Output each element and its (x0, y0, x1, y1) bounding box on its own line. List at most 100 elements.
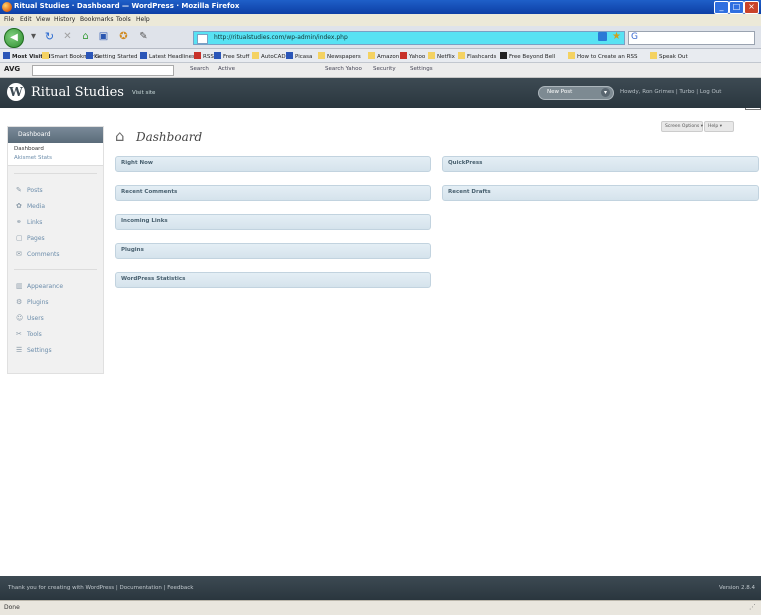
search-input[interactable]: G (628, 31, 755, 45)
menu-tools[interactable]: ✂ Tools (8, 327, 103, 342)
menu-tools-label: Tools (27, 331, 42, 338)
widget-right-now[interactable]: Right Now (115, 156, 431, 172)
extension-icon[interactable]: ✪ (118, 31, 129, 42)
back-icon[interactable]: ◀ (4, 28, 24, 48)
chevron-down-icon[interactable]: ▾ (601, 88, 610, 97)
widget-recent-comments[interactable]: Recent Comments (115, 185, 431, 201)
menu-comments-label: Comments (27, 251, 60, 258)
footer-links[interactable]: Thank you for creating with WordPress | … (8, 585, 193, 591)
bookmark-item[interactable]: AutoCAD (252, 52, 286, 60)
menu-separator (14, 173, 97, 174)
new-post-label: New Post (547, 89, 573, 95)
menu-appearance[interactable]: ▥ Appearance (8, 279, 103, 294)
menu-links-label: Links (27, 219, 43, 226)
menu-dashboard-label: Dashboard (18, 131, 51, 138)
bookmark-item[interactable]: Picasa (286, 52, 312, 60)
browser-menu-bar: File Edit View History Bookmarks Tools H… (0, 14, 761, 26)
bookmark-item[interactable]: Amazon (368, 52, 399, 60)
maximize-button[interactable]: □ (729, 1, 744, 14)
menu-settings[interactable]: ☰ Settings (8, 343, 103, 358)
window-title: Ritual Studies · Dashboard — WordPress ·… (14, 2, 240, 10)
avg-search-button[interactable]: Search (190, 66, 209, 72)
menu-media[interactable]: ✿ Media (8, 199, 103, 214)
links-icon: ⚭ (16, 218, 22, 226)
footer-version: Version 2.8.4 (719, 585, 755, 591)
avg-toolbar: AVG Search Active Search Yahoo Security … (0, 63, 761, 78)
widget-recent-drafts[interactable]: Recent Drafts (442, 185, 759, 201)
firefox-icon (2, 2, 12, 12)
dashboard-home-icon: ⌂ (115, 127, 125, 145)
widget-title: Right Now (121, 160, 153, 166)
avg-yahoo-item[interactable]: Search Yahoo (325, 66, 362, 72)
avg-active-item[interactable]: Active (218, 66, 235, 72)
bookmark-item[interactable]: Newspapers (318, 52, 361, 60)
help-label: Help ▾ (708, 124, 722, 129)
new-post-button[interactable]: New Post ▾ (538, 86, 614, 100)
save-icon[interactable]: ▣ (98, 31, 109, 42)
home-icon[interactable]: ⌂ (80, 31, 91, 42)
menu-users[interactable]: ☺ Users (8, 311, 103, 326)
menu-history[interactable]: History (54, 16, 75, 23)
admin-menu: Dashboard Dashboard Akismet Stats ✎ Post… (7, 126, 104, 374)
menu-view[interactable]: View (36, 16, 50, 23)
bookmark-item[interactable]: Getting Started (86, 52, 138, 60)
menu-bookmarks[interactable]: Bookmarks (80, 16, 114, 23)
bookmark-item[interactable]: Free Beyond Bell (500, 52, 555, 60)
menu-tools[interactable]: Tools (116, 16, 131, 23)
site-title[interactable]: Ritual Studies (31, 85, 124, 100)
avg-search-input[interactable] (32, 65, 174, 76)
wordpress-logo-icon: W (7, 83, 25, 101)
reload-icon[interactable]: ↻ (44, 31, 55, 42)
widget-incoming-links[interactable]: Incoming Links (115, 214, 431, 230)
forward-dropdown-icon[interactable]: ▾ (28, 31, 39, 42)
status-text: Done (4, 604, 20, 611)
widget-wordpress-statistics[interactable]: WordPress Statistics (115, 272, 431, 288)
media-icon: ✿ (16, 202, 22, 210)
settings-icon: ☰ (16, 346, 23, 354)
resize-grip-icon[interactable]: ⋰ (749, 603, 756, 611)
url-text[interactable]: http://ritualstudies.com/wp-admin/index.… (214, 34, 348, 41)
menu-comments[interactable]: ✉ Comments (8, 247, 103, 262)
bookmark-star-icon[interactable]: ★ (611, 31, 622, 42)
url-bar[interactable]: http://ritualstudies.com/wp-admin/index.… (193, 31, 625, 45)
menu-posts[interactable]: ✎ Posts (8, 183, 103, 198)
menu-plugins[interactable]: ⚙ Plugins (8, 295, 103, 310)
menu-pages[interactable]: ▢ Pages (8, 231, 103, 246)
stop-icon[interactable]: ✕ (62, 31, 73, 42)
bookmark-item[interactable]: Latest Headlines (140, 52, 195, 60)
go-icon[interactable] (598, 32, 607, 41)
menu-posts-label: Posts (27, 187, 43, 194)
plugins-icon: ⚙ (16, 298, 23, 306)
minimize-button[interactable]: _ (714, 1, 729, 14)
tools-icon: ✂ (16, 330, 22, 338)
menu-links[interactable]: ⚭ Links (8, 215, 103, 230)
bookmark-item[interactable]: RSS (194, 52, 214, 60)
submenu-dashboard[interactable]: Dashboard (14, 146, 44, 152)
menu-dashboard[interactable]: Dashboard (8, 127, 103, 143)
menu-edit[interactable]: Edit (20, 16, 32, 23)
bookmark-item[interactable]: Free Stuff (214, 52, 249, 60)
close-button[interactable]: × (744, 1, 759, 14)
menu-help[interactable]: Help (136, 16, 150, 23)
avg-settings-item[interactable]: Settings (410, 66, 433, 72)
avg-security-item[interactable]: Security (373, 66, 396, 72)
widget-title: WordPress Statistics (121, 276, 186, 282)
bookmark-item[interactable]: Netflix (428, 52, 455, 60)
bookmark-item[interactable]: How to Create an RSS (568, 52, 637, 60)
user-links[interactable]: Howdy, Ron Grimes | Turbo | Log Out (620, 89, 721, 95)
help-button[interactable]: Help ▾ (704, 121, 734, 132)
posts-icon: ✎ (16, 186, 22, 194)
screen-options-button[interactable]: Screen Options ▾ (661, 121, 703, 132)
widget-quickpress[interactable]: QuickPress (442, 156, 759, 172)
visit-site-link[interactable]: Visit site (132, 90, 155, 96)
menu-plugins-label: Plugins (27, 299, 49, 306)
bookmark-item[interactable]: Flashcards (458, 52, 496, 60)
widget-plugins[interactable]: Plugins (115, 243, 431, 259)
menu-file[interactable]: File (4, 16, 14, 23)
bookmark-item[interactable]: Speak Out (650, 52, 688, 60)
bookmarks-toolbar: Most Visited Smart Bookmarks Getting Sta… (0, 49, 761, 110)
bookmark-item[interactable]: Yahoo (400, 52, 425, 60)
submenu-akismet-stats[interactable]: Akismet Stats (14, 155, 52, 161)
widget-title: Recent Comments (121, 189, 178, 195)
tool-icon[interactable]: ✎ (138, 31, 149, 42)
